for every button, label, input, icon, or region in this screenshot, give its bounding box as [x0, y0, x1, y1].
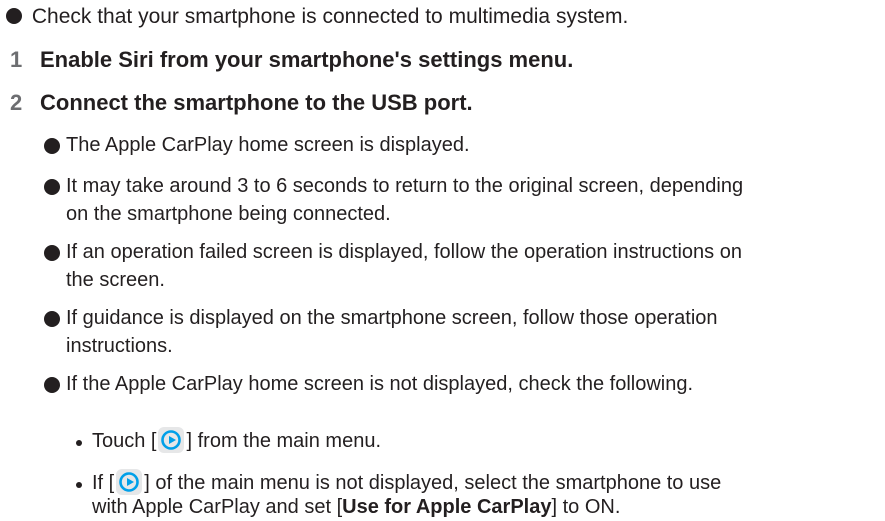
check-touch-prefix: Touch [ [92, 430, 157, 452]
note-4-line-1: If guidance is displayed on the smartpho… [66, 307, 718, 329]
bullet-icon [44, 377, 60, 393]
bullet-icon [44, 245, 60, 261]
step-2-text: Connect the smartphone to the USB port. [40, 90, 473, 115]
check-line2-suffix: ] to ON. [551, 496, 621, 518]
note-4-line-2: instructions. [66, 335, 173, 357]
bullet-icon [44, 311, 60, 327]
note-3-line-2: the screen. [66, 269, 165, 291]
check-if-suffix: ] of the main menu is not displayed, sel… [144, 472, 722, 494]
step-1-text: Enable Siri from your smartphone's setti… [40, 47, 574, 72]
step-1-number: 1 [10, 47, 23, 72]
carplay-icon [116, 469, 143, 495]
check-if-prefix: If [ [92, 472, 115, 494]
note-3-line-1: If an operation failed screen is display… [66, 241, 742, 263]
intro-line: Check that your smartphone is connected … [6, 3, 628, 31]
small-bullet-icon [76, 440, 82, 446]
note-2-line-1: It may take around 3 to 6 seconds to ret… [66, 175, 744, 197]
check-line2-prefix: with Apple CarPlay and set [ [92, 496, 343, 518]
intro-text: Check that your smartphone is connected … [31, 5, 629, 28]
small-bullet-icon [76, 482, 82, 488]
note-1-line-1: The Apple CarPlay home screen is display… [66, 134, 470, 156]
bullet-icon [44, 179, 60, 195]
bullet-icon [44, 138, 60, 154]
note-2-line-2: on the smartphone being connected. [66, 203, 391, 225]
check-touch: Touch [ ] from the main menu. [92, 427, 381, 455]
check-if-line-2: with Apple CarPlay and set [Use for Appl… [92, 493, 620, 521]
step-2-number: 2 [10, 90, 23, 115]
carplay-icon [158, 427, 185, 453]
note-5-line-1: If the Apple CarPlay home screen is not … [66, 373, 694, 395]
use-for-carplay-label: Use for Apple CarPlay [342, 496, 552, 518]
check-touch-suffix: ] from the main menu. [186, 430, 382, 452]
bullet-icon [6, 8, 22, 24]
